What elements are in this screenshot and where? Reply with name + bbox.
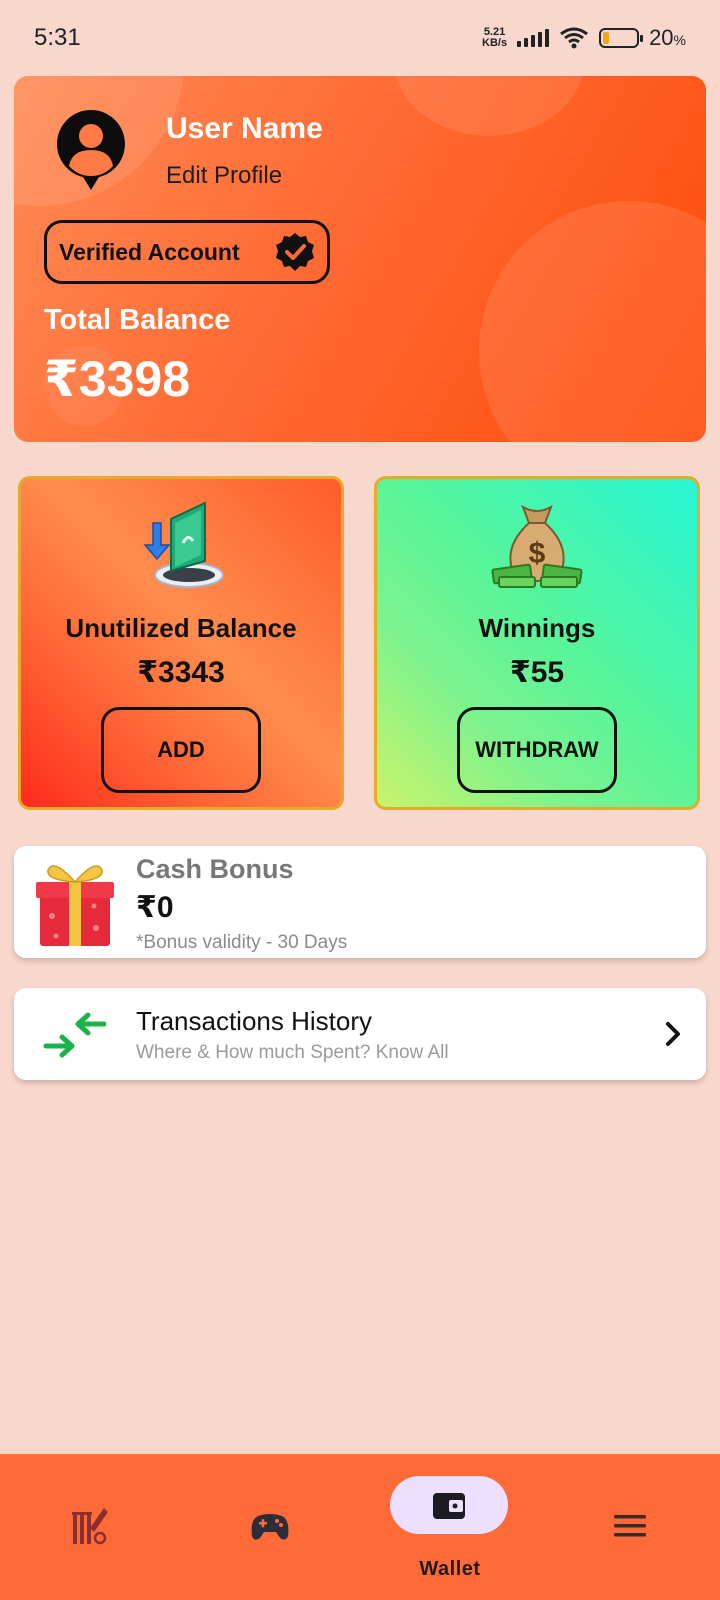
nav-item-menu[interactable] (600, 1454, 660, 1600)
status-bar: 5:31 5.21 KB/s 20% (0, 0, 720, 76)
transactions-history-row[interactable]: Transactions History Where & How much Sp… (14, 988, 706, 1080)
nav-wallet-label: Wallet (419, 1558, 481, 1580)
deposit-money-icon (143, 501, 224, 588)
unutilized-balance-title: Unutilized Balance (65, 613, 297, 643)
money-bag-icon: $ (491, 504, 583, 588)
verified-badge: Verified Account (44, 220, 330, 284)
transactions-history-subtitle: Where & How much Spent? Know All (136, 1042, 449, 1063)
cash-bonus-title: Cash Bonus (136, 854, 294, 884)
unutilized-balance-amount: ₹3343 (137, 656, 225, 689)
transfer-arrows-icon (43, 1012, 107, 1058)
profile-card: User Name Edit Profile Verified Account … (14, 76, 706, 442)
transactions-history-title: Transactions History (136, 1006, 372, 1036)
verified-check-icon (276, 233, 314, 271)
status-icons: 5.21 KB/s 20% (482, 25, 686, 51)
status-time: 5:31 (34, 24, 81, 51)
wifi-icon (560, 27, 588, 49)
gamepad-icon (251, 1514, 289, 1540)
cash-bonus-card: Cash Bonus ₹0 *Bonus validity - 30 Days (14, 846, 706, 958)
cricket-icon (72, 1508, 108, 1545)
withdraw-button[interactable]: WITHDRAW (457, 707, 617, 793)
menu-icon (614, 1515, 646, 1537)
battery-fill (603, 32, 610, 44)
decor-circle (394, 76, 584, 136)
winnings-title: Winnings (478, 613, 596, 643)
user-name: User Name (166, 112, 323, 145)
add-button[interactable]: ADD (101, 707, 261, 793)
winnings-amount: ₹55 (509, 656, 565, 689)
nav-item-wallet[interactable]: Wallet (390, 1454, 510, 1600)
avatar-icon[interactable] (54, 108, 128, 192)
wallet-icon (433, 1493, 465, 1519)
gift-icon (36, 865, 114, 946)
chevron-right-icon[interactable] (662, 1018, 684, 1050)
edit-profile-link[interactable]: Edit Profile (166, 162, 282, 190)
nav-item-games[interactable] (240, 1454, 300, 1600)
nav-item-cricket[interactable] (60, 1454, 120, 1600)
total-balance-value: ₹3398 (44, 351, 191, 407)
cash-bonus-amount: ₹0 (136, 891, 174, 924)
signal-icon (517, 29, 550, 47)
bottom-navigation: Wallet (0, 1454, 720, 1600)
active-indicator (390, 1476, 508, 1534)
svg-text:$: $ (529, 537, 546, 570)
decor-circle (479, 201, 706, 442)
verified-label: Verified Account (59, 238, 240, 265)
winnings-card: $ Winnings ₹55 WITHDRAW (374, 476, 700, 810)
battery-percent: 20% (649, 25, 686, 50)
battery-icon (599, 28, 644, 48)
unutilized-balance-card: Unutilized Balance ₹3343 ADD (18, 476, 344, 810)
bonus-validity-note: *Bonus validity - 30 Days (136, 932, 348, 953)
network-speed: 5.21 KB/s (482, 26, 508, 49)
total-balance-label: Total Balance (44, 304, 231, 336)
